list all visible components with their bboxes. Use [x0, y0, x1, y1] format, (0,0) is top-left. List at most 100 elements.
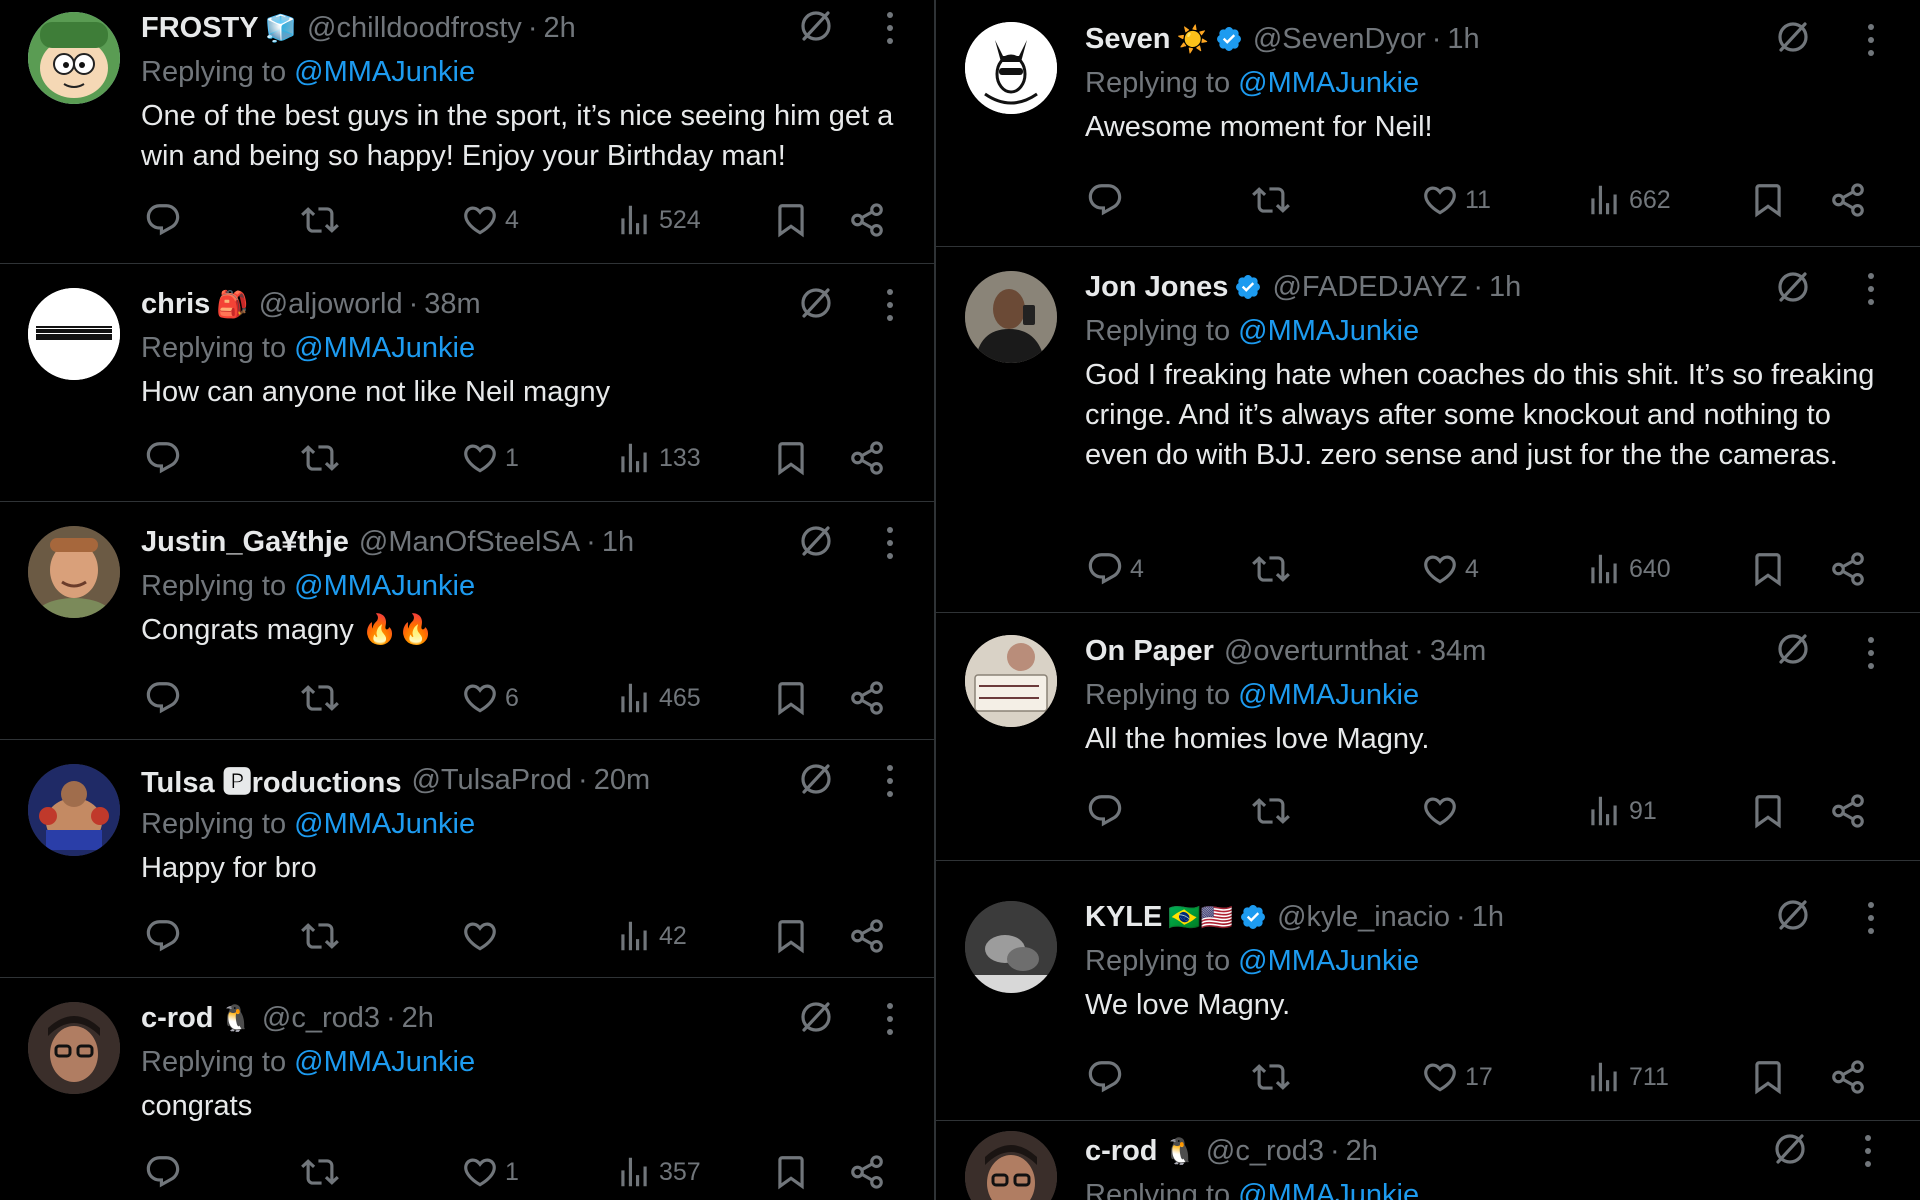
mention-link[interactable]: @MMAJunkie	[1238, 945, 1419, 977]
tweet[interactable]: c-rod 🐧 @c_rod3 · 2h Replying to @MMAJun…	[936, 1121, 1920, 1200]
user-handle[interactable]: @TulsaProd	[411, 764, 572, 797]
share-button[interactable]	[1829, 178, 1867, 222]
display-name[interactable]: Justin_Ga¥thje	[141, 526, 349, 559]
user-handle[interactable]: @kyle_inacio	[1277, 901, 1450, 934]
views-button[interactable]: 524	[615, 198, 701, 242]
timestamp[interactable]: 2h	[1346, 1135, 1378, 1168]
views-button[interactable]: 640	[1585, 547, 1671, 591]
views-button[interactable]: 711	[1585, 1055, 1669, 1099]
views-button[interactable]: 357	[615, 1150, 701, 1194]
tweet[interactable]: chris 🎒 @aljoworld · 38m Replying to @MM…	[0, 264, 936, 502]
user-handle[interactable]: @SevenDyor	[1253, 23, 1426, 56]
reply-button[interactable]	[144, 914, 188, 958]
bookmark-button[interactable]	[772, 436, 810, 480]
avatar[interactable]	[965, 901, 1057, 993]
user-handle[interactable]: @chilldoodfrosty	[307, 12, 522, 45]
views-button[interactable]: 42	[615, 914, 687, 958]
bookmark-button[interactable]	[1749, 178, 1787, 222]
timestamp[interactable]: 1h	[602, 526, 634, 559]
mention-link[interactable]: @MMAJunkie	[1238, 1179, 1419, 1200]
timestamp[interactable]: 1h	[1489, 271, 1521, 304]
reply-button[interactable]	[1086, 1055, 1130, 1099]
more-icon[interactable]	[1866, 22, 1876, 58]
timestamp[interactable]: 38m	[424, 288, 480, 321]
avatar[interactable]	[28, 764, 120, 856]
mention-link[interactable]: @MMAJunkie	[294, 808, 475, 840]
display-name[interactable]: Jon Jones	[1085, 271, 1228, 304]
avatar[interactable]	[28, 526, 120, 618]
timestamp[interactable]: 20m	[594, 764, 650, 797]
share-button[interactable]	[848, 676, 886, 720]
display-name[interactable]: On Paper	[1085, 635, 1214, 668]
like-button[interactable]: 4	[1421, 547, 1479, 591]
like-button[interactable]: 4	[461, 198, 519, 242]
user-handle[interactable]: @aljoworld	[259, 288, 403, 321]
grok-icon[interactable]	[1773, 17, 1813, 57]
user-handle[interactable]: @c_rod3	[262, 1002, 380, 1035]
avatar[interactable]	[965, 22, 1057, 114]
user-handle[interactable]: @FADEDJAYZ	[1272, 271, 1467, 304]
display-name[interactable]: Seven	[1085, 23, 1170, 56]
like-button[interactable]: 1	[461, 436, 519, 480]
tweet[interactable]: FROSTY 🧊 @chilldoodfrosty · 2h Replying …	[0, 0, 936, 264]
views-button[interactable]: 133	[615, 436, 701, 480]
retweet-button[interactable]	[301, 676, 339, 720]
views-button[interactable]: 662	[1585, 178, 1671, 222]
grok-icon[interactable]	[796, 521, 836, 561]
share-button[interactable]	[848, 198, 886, 242]
timestamp[interactable]: 2h	[543, 12, 575, 45]
reply-button[interactable]	[1086, 789, 1130, 833]
bookmark-button[interactable]	[772, 676, 810, 720]
grok-icon[interactable]	[796, 283, 836, 323]
avatar[interactable]	[28, 288, 120, 380]
user-handle[interactable]: @overturnthat	[1224, 635, 1408, 668]
like-button[interactable]: 17	[1421, 1055, 1493, 1099]
more-icon[interactable]	[1866, 900, 1876, 936]
reply-button[interactable]	[144, 1150, 188, 1194]
timestamp[interactable]: 34m	[1430, 635, 1486, 668]
display-name[interactable]: FROSTY	[141, 12, 259, 45]
user-handle[interactable]: @ManOfSteelSA	[359, 526, 580, 559]
tweet[interactable]: On Paper @overturnthat · 34m Replying to…	[936, 613, 1920, 861]
mention-link[interactable]: @MMAJunkie	[294, 570, 475, 602]
grok-icon[interactable]	[796, 6, 836, 46]
user-handle[interactable]: @c_rod3	[1206, 1135, 1324, 1168]
retweet-button[interactable]	[1252, 1055, 1290, 1099]
mention-link[interactable]: @MMAJunkie	[294, 332, 475, 364]
bookmark-button[interactable]	[772, 198, 810, 242]
bookmark-button[interactable]	[772, 1150, 810, 1194]
bookmark-button[interactable]	[772, 914, 810, 958]
mention-link[interactable]: @MMAJunkie	[1238, 67, 1419, 99]
retweet-button[interactable]	[301, 436, 339, 480]
like-button[interactable]: 1	[461, 1150, 519, 1194]
share-button[interactable]	[1829, 547, 1867, 591]
bookmark-button[interactable]	[1749, 547, 1787, 591]
retweet-button[interactable]	[1252, 178, 1290, 222]
tweet[interactable]: Seven ☀️ @SevenDyor · 1h Replying to @MM…	[936, 0, 1920, 247]
more-icon[interactable]	[885, 1001, 895, 1037]
like-button[interactable]: 6	[461, 676, 519, 720]
views-button[interactable]: 465	[615, 676, 701, 720]
retweet-button[interactable]	[1252, 789, 1290, 833]
display-name[interactable]: c-rod	[1085, 1135, 1158, 1168]
reply-button[interactable]	[144, 198, 188, 242]
bookmark-button[interactable]	[1749, 1055, 1787, 1099]
grok-icon[interactable]	[796, 759, 836, 799]
avatar[interactable]	[965, 1131, 1057, 1200]
more-icon[interactable]	[885, 763, 895, 799]
reply-button[interactable]	[144, 436, 188, 480]
reply-button[interactable]	[144, 676, 188, 720]
share-button[interactable]	[1829, 789, 1867, 833]
tweet[interactable]: c-rod 🐧 @c_rod3 · 2h Replying to @MMAJun…	[0, 978, 936, 1200]
grok-icon[interactable]	[1773, 895, 1813, 935]
grok-icon[interactable]	[1770, 1129, 1810, 1169]
mention-link[interactable]: @MMAJunkie	[294, 1046, 475, 1078]
reply-button[interactable]: 4	[1086, 547, 1144, 591]
more-icon[interactable]	[885, 525, 895, 561]
more-icon[interactable]	[885, 287, 895, 323]
share-button[interactable]	[848, 436, 886, 480]
tweet[interactable]: Tulsa 🅿roductions @TulsaProd · 20m Reply…	[0, 740, 936, 978]
tweet[interactable]: Justin_Ga¥thje @ManOfSteelSA · 1h Replyi…	[0, 502, 936, 740]
avatar[interactable]	[28, 12, 120, 104]
reply-button[interactable]	[1086, 178, 1130, 222]
